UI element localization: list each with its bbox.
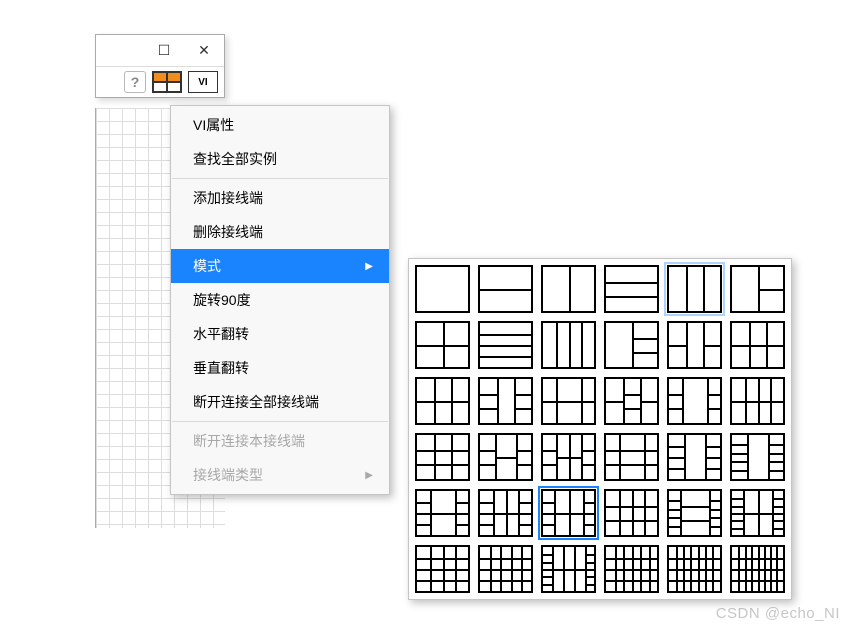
pattern-4h[interactable]	[478, 321, 533, 369]
pattern-3-3-3-mid2[interactable]	[604, 433, 659, 481]
menu-add-terminal[interactable]: 添加接线端	[171, 181, 389, 215]
pattern-2h[interactable]	[478, 265, 533, 313]
pattern-2l-2r-mid[interactable]	[541, 377, 596, 425]
menu-flip-horizontal[interactable]: 水平翻转	[171, 317, 389, 351]
menu-rotate-90[interactable]: 旋转90度	[171, 283, 389, 317]
pattern-1x1[interactable]	[415, 265, 470, 313]
vi-icon[interactable]: VI	[188, 71, 218, 93]
menu-flip-vertical[interactable]: 垂直翻转	[171, 351, 389, 385]
pattern-6-4-6[interactable]	[541, 545, 596, 593]
pattern-6x4[interactable]	[604, 545, 659, 593]
menu-separator	[172, 421, 388, 422]
context-menu: VI属性 查找全部实例 添加接线端 删除接线端 模式 ▶ 旋转90度 水平翻转 …	[170, 105, 390, 495]
titlebar: ☐ ✕	[96, 35, 224, 67]
maximize-icon: ☐	[158, 42, 171, 59]
pattern-4-2-4[interactable]	[415, 489, 470, 537]
pattern-2-2-side[interactable]	[730, 321, 785, 369]
menu-separator	[172, 178, 388, 179]
menu-disconnect-all[interactable]: 断开连接全部接线端	[171, 385, 389, 419]
menu-find-all-instances[interactable]: 查找全部实例	[171, 142, 389, 176]
pattern-7x4[interactable]	[667, 545, 722, 593]
pattern-3l-3r[interactable]	[478, 377, 533, 425]
pattern-3l-1-3r[interactable]	[667, 377, 722, 425]
close-icon: ✕	[198, 42, 210, 59]
pattern-3-2-3[interactable]	[541, 433, 596, 481]
pattern-4-4-cols[interactable]	[478, 489, 533, 537]
pattern-3l-2m-3r[interactable]	[478, 433, 533, 481]
menu-disconnect-this: 断开连接本接线端	[171, 424, 389, 458]
pattern-2-1-2-split[interactable]	[604, 377, 659, 425]
menu-terminal-type: 接线端类型 ▶	[171, 458, 389, 492]
pattern-4x2[interactable]	[730, 377, 785, 425]
menu-delete-terminal[interactable]: 删除接线端	[171, 215, 389, 249]
toolbar: ? VI	[96, 67, 224, 97]
menu-vi-properties[interactable]: VI属性	[171, 108, 389, 142]
pattern-2l-1-2r[interactable]	[667, 321, 722, 369]
pattern-5l-5r[interactable]	[730, 433, 785, 481]
pattern-4x3[interactable]	[604, 489, 659, 537]
pattern-palette	[408, 258, 792, 600]
pattern-5-3-5[interactable]	[667, 489, 722, 537]
pattern-3h[interactable]	[604, 265, 659, 313]
pattern-1-3r[interactable]	[604, 321, 659, 369]
menu-patterns[interactable]: 模式 ▶	[171, 249, 389, 283]
pattern-4-2-2-4[interactable]	[541, 489, 596, 537]
pattern-1-2r[interactable]	[730, 265, 785, 313]
pattern-3v[interactable]	[667, 265, 722, 313]
pattern-2v[interactable]	[541, 265, 596, 313]
close-button[interactable]: ✕	[184, 35, 224, 67]
pattern-4v[interactable]	[541, 321, 596, 369]
pattern-4x4[interactable]	[415, 545, 470, 593]
submenu-arrow-icon: ▶	[365, 261, 373, 272]
pattern-4l-4r[interactable]	[667, 433, 722, 481]
watermark: CSDN @echo_NI	[716, 605, 840, 622]
pattern-5x4[interactable]	[478, 545, 533, 593]
help-icon[interactable]: ?	[124, 71, 146, 93]
pattern-6-2-6[interactable]	[730, 489, 785, 537]
maximize-button[interactable]: ☐	[144, 35, 184, 67]
pattern-3x2[interactable]	[415, 377, 470, 425]
submenu-arrow-icon: ▶	[365, 470, 373, 481]
window-frame: ☐ ✕ ? VI	[95, 34, 225, 98]
pattern-8x4[interactable]	[730, 545, 785, 593]
pattern-3x3[interactable]	[415, 433, 470, 481]
pattern-2x2[interactable]	[415, 321, 470, 369]
connector-pane-icon[interactable]	[152, 71, 182, 93]
